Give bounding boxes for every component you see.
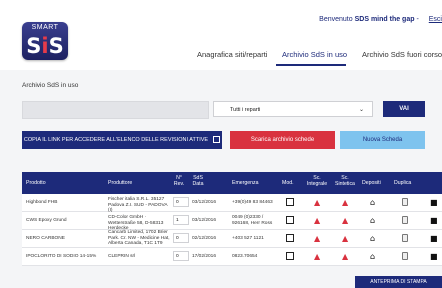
- pdf-sintetica-icon[interactable]: ▲: [342, 198, 350, 207]
- trash-icon[interactable]: ■: [430, 234, 438, 243]
- pdf-integrale-icon[interactable]: ▲: [314, 216, 322, 225]
- edit-icon[interactable]: [286, 252, 294, 260]
- rev-input[interactable]: 0: [173, 197, 189, 207]
- cell-emergenza: +39(0)49 83 84463: [232, 200, 273, 205]
- copy-link-label: COPIA IL LINK PER ACCEDERE ALL'ELENCO DE…: [23, 137, 209, 143]
- tab-archivio-fuori-corso[interactable]: Archivio SdS fuori corso: [362, 50, 442, 59]
- download-archive-button[interactable]: Scarica archivio schede: [230, 131, 335, 149]
- cell-prodotto: Highbond FHB: [26, 200, 58, 205]
- trash-icon[interactable]: ■: [430, 216, 438, 225]
- copy-link-button[interactable]: COPIA IL LINK PER ACCEDERE ALL'ELENCO DE…: [22, 131, 222, 149]
- print-preview-button[interactable]: ANTEPRIMA DI STAMPA: [355, 276, 442, 288]
- welcome-separator: -: [416, 16, 419, 23]
- logo-wordmark: SiS: [22, 33, 68, 60]
- table-row: IPOCLORITO DI SODIO 14-15% CLEPRIN srl 0…: [22, 248, 442, 266]
- user-name: SDS mind the gap: [354, 16, 415, 23]
- col-sintetica: Sc. Sintetica: [335, 175, 355, 187]
- go-button[interactable]: VAI: [383, 101, 425, 117]
- cell-data: 17/02/2016: [192, 254, 217, 259]
- edit-icon[interactable]: [286, 234, 294, 242]
- new-sheet-button[interactable]: Nuova Scheda: [340, 131, 425, 149]
- logo-caption: SMART: [31, 24, 59, 31]
- duplicate-icon[interactable]: [402, 252, 408, 260]
- section-title: Archivio SdS in uso: [22, 82, 79, 89]
- col-prodotto: Prodotto: [26, 180, 46, 186]
- pdf-sintetica-icon[interactable]: ▲: [342, 252, 350, 261]
- cell-prodotto: NERO CARBONE: [26, 236, 65, 241]
- col-data: SdS Data: [192, 175, 204, 187]
- edit-icon[interactable]: [286, 216, 294, 224]
- home-icon[interactable]: ⌂: [370, 198, 375, 207]
- rev-input[interactable]: 0: [173, 233, 189, 243]
- table-row: NERO CARBONE Cancarb Limited, 1702 Brier…: [22, 230, 442, 248]
- pdf-sintetica-icon[interactable]: ▲: [342, 216, 350, 225]
- pdf-integrale-icon[interactable]: ▲: [314, 234, 322, 243]
- col-rev: N° Rev.: [173, 175, 185, 187]
- cell-data: 03/12/2016: [192, 200, 217, 205]
- cell-produttore: Cancarb Limited, 1702 Brier Park. Cr. NW…: [108, 230, 170, 246]
- trash-icon[interactable]: ■: [430, 252, 438, 261]
- external-link-icon: [213, 136, 221, 144]
- active-tab-indicator: [276, 64, 346, 66]
- cell-prodotto: IPOCLORITO DI SODIO 14-15%: [26, 254, 97, 259]
- home-icon[interactable]: ⌂: [370, 252, 375, 261]
- cell-produttore: CLEPRIN srl: [108, 254, 136, 259]
- tab-archivio-in-uso[interactable]: Archivio SdS in uso: [282, 50, 347, 59]
- duplicate-icon[interactable]: [402, 216, 408, 224]
- logout-link[interactable]: Esci: [429, 16, 442, 23]
- home-icon[interactable]: ⌂: [370, 234, 375, 243]
- duplicate-icon[interactable]: [402, 198, 408, 206]
- search-input[interactable]: [22, 101, 209, 119]
- cell-emergenza: 0049 (0)2330 / 926168, Herr Ross: [232, 215, 273, 226]
- table-row: CWS Epoxy Grund CD-Color GmbH · Wetterst…: [22, 212, 442, 231]
- cell-emergenza: 0823.70654: [232, 254, 258, 259]
- cell-data: 03/12/2016: [192, 218, 217, 223]
- chevron-down-icon: ⌄: [358, 107, 364, 113]
- pdf-integrale-icon[interactable]: ▲: [314, 252, 322, 261]
- table-header: Prodotto Produttore N° Rev. SdS Data Eme…: [22, 172, 442, 194]
- pdf-sintetica-icon[interactable]: ▲: [342, 234, 350, 243]
- cell-emergenza: +403 527 1121: [232, 236, 264, 241]
- top-bar: SMART SiS Benvenuto SDS mind the gap - E…: [0, 0, 442, 70]
- rev-input[interactable]: 1: [173, 215, 189, 225]
- col-duplica: Duplica: [394, 180, 412, 186]
- logo-letter-i: i: [41, 34, 49, 58]
- col-depositi: Depositi: [362, 180, 381, 186]
- app-logo[interactable]: SMART SiS: [22, 22, 68, 60]
- edit-icon[interactable]: [286, 198, 294, 206]
- welcome-prefix: Benvenuto: [319, 16, 353, 23]
- tab-anagrafica[interactable]: Anagrafica siti/reparti: [197, 50, 267, 59]
- duplicate-icon[interactable]: [402, 234, 408, 242]
- table-row: Highbond FHB Fischer italia S.R.L. 35127…: [22, 194, 442, 213]
- col-emergenza: Emergenza: [232, 180, 259, 186]
- welcome-text: Benvenuto SDS mind the gap - Esci: [319, 16, 442, 23]
- trash-icon[interactable]: ■: [430, 198, 438, 207]
- col-mod: Mod.: [282, 180, 294, 186]
- col-produttore: Produttore: [108, 180, 133, 186]
- cell-prodotto: CWS Epoxy Grund: [26, 218, 67, 223]
- department-select-value: Tutti i reparti: [230, 107, 261, 113]
- pdf-integrale-icon[interactable]: ▲: [314, 198, 322, 207]
- logo-letter-s2: S: [48, 34, 64, 58]
- col-integrale: Sc. Integrale: [306, 175, 328, 187]
- department-select[interactable]: Tutti i reparti ⌄: [213, 101, 373, 117]
- cell-data: 02/12/2016: [192, 236, 217, 241]
- rev-input[interactable]: 0: [173, 251, 189, 261]
- home-icon[interactable]: ⌂: [370, 216, 375, 225]
- logo-letter-s: S: [26, 34, 42, 58]
